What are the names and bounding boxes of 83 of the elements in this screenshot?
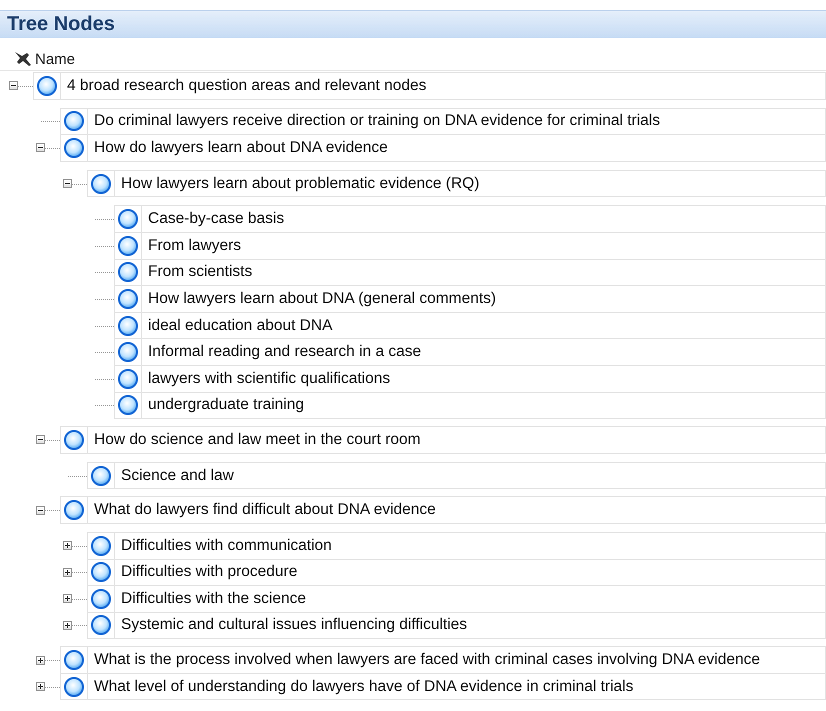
plus-icon [37, 683, 44, 690]
tree-row[interactable]: Do criminal lawyers receive direction or training on DNA evidence for criminal trials [60, 108, 826, 136]
node-label: Systemic and cultural issues influencing difficulties [120, 616, 468, 634]
collapse-toggle[interactable] [36, 506, 45, 515]
node-icon [90, 588, 112, 610]
plus-icon [64, 595, 71, 602]
plus-icon [64, 622, 71, 629]
node-label: From scientists [147, 263, 252, 282]
tree-row[interactable]: Difficulties with the science [87, 585, 826, 613]
node-label: Difficulties with communication [120, 536, 332, 555]
node-icon [63, 649, 85, 672]
tree-row[interactable]: From scientists [114, 258, 826, 286]
node-icon [90, 614, 112, 636]
tree-row[interactable]: ideal education about DNA [114, 312, 826, 340]
collapse-toggle[interactable] [63, 179, 72, 188]
panel-title: Tree Nodes [0, 10, 826, 38]
node-label: From lawyers [147, 236, 242, 255]
node-label: What do lawyers find difficult about DNA evidence [93, 501, 436, 520]
node-label: 4 broad research question areas and relevant nodes [66, 76, 426, 95]
node-label: Informal reading and research in a case [147, 343, 422, 362]
node-icon [63, 136, 85, 159]
node-label: What level of understanding do lawyers have of DNA evidence in criminal trials [93, 678, 634, 696]
node-label: lawyers with scientific qualifications [147, 370, 390, 388]
tree-row[interactable]: Difficulties with communication [87, 532, 826, 560]
tree-row[interactable]: undergraduate training [114, 392, 826, 420]
tree-row[interactable]: What level of understanding do lawyers have of DNA evidence in criminal trials [60, 672, 826, 700]
tree-row[interactable]: How lawyers learn about DNA (general comments) [114, 285, 826, 313]
node-label: Do criminal lawyers receive direction or training on DNA evidence for criminal trials [93, 112, 660, 130]
expand-toggle[interactable] [63, 594, 72, 604]
node-icon [63, 499, 85, 522]
node-label: How do science and law meet in the court room [93, 430, 421, 449]
node-icon [117, 394, 139, 416]
node-label: How lawyers learn about problematic evidence (RQ) [120, 174, 480, 193]
tree-row[interactable]: Informal reading and research in a case [114, 338, 826, 366]
node-icon [63, 676, 85, 698]
node-icon [117, 314, 139, 337]
node-label: undergraduate training [147, 396, 304, 414]
tree-row[interactable]: Science and law [87, 462, 826, 490]
pin-icon[interactable] [14, 51, 32, 67]
node-icon [63, 428, 85, 451]
collapse-toggle[interactable] [9, 81, 18, 90]
node-label: ideal education about DNA [147, 316, 332, 335]
expand-toggle[interactable] [63, 620, 72, 630]
node-icon [36, 74, 58, 97]
column-header[interactable]: Name [35, 50, 76, 68]
node-icon [90, 534, 112, 557]
node-label: Difficulties with procedure [120, 563, 298, 582]
plus-icon [37, 656, 44, 664]
plus-icon [64, 568, 71, 576]
node-label: Difficulties with the science [120, 590, 306, 608]
node-label: Science and law [120, 466, 234, 485]
node-icon [117, 261, 139, 284]
tree-row[interactable]: Difficulties with procedure [87, 558, 826, 586]
node-label: How do lawyers learn about DNA evidence [93, 138, 388, 157]
node-label: What is the process involved when lawyers are faced with criminal cases involving DNA evidence [93, 651, 760, 670]
node-icon [117, 208, 139, 230]
expand-toggle[interactable] [36, 682, 45, 692]
node-icon [90, 561, 112, 584]
node-label: How lawyers learn about DNA (general comments) [147, 290, 496, 308]
collapse-toggle[interactable] [36, 143, 45, 152]
node-icon [117, 341, 139, 364]
tree-row[interactable]: How lawyers learn about problematic evidence (RQ) [87, 170, 826, 198]
node-icon [90, 464, 112, 487]
tree-row[interactable]: Systemic and cultural issues influencing difficulties [87, 612, 826, 640]
node-icon [117, 288, 139, 310]
node-icon [90, 172, 112, 195]
plus-icon [64, 542, 71, 550]
tree-row[interactable]: What is the process involved when lawyers are faced with criminal cases involving DNA evidence [60, 646, 826, 674]
collapse-toggle[interactable] [36, 435, 45, 444]
expand-toggle[interactable] [36, 656, 45, 665]
node-label: Case-by-case basis [147, 210, 284, 228]
tree-row[interactable]: Case-by-case basis [114, 205, 826, 233]
node-icon [117, 234, 139, 257]
tree-row[interactable]: What do lawyers find difficult about DNA evidence [60, 496, 826, 524]
node-icon [117, 368, 139, 390]
tree-row[interactable]: 4 broad research question areas and relevant nodes [33, 72, 826, 100]
expand-toggle[interactable] [63, 541, 72, 550]
tree-row[interactable]: How do science and law meet in the court room [60, 426, 826, 454]
expand-toggle[interactable] [63, 568, 72, 577]
tree-row[interactable]: lawyers with scientific qualifications [114, 364, 826, 393]
tree-row[interactable]: How do lawyers learn about DNA evidence [60, 134, 826, 162]
tree-row[interactable]: From lawyers [114, 232, 826, 260]
node-icon [63, 110, 85, 132]
